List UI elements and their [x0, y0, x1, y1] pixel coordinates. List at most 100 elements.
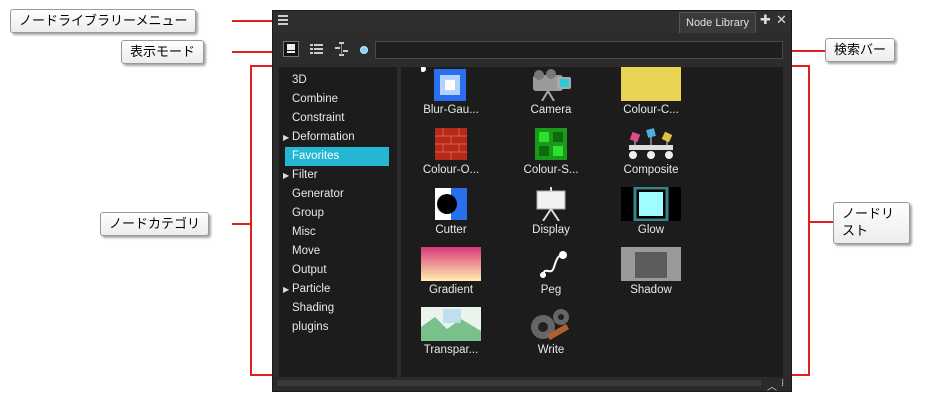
category-label: Deformation [292, 131, 355, 143]
category-label: Constraint [292, 112, 345, 124]
node-item[interactable]: Colour-C... [611, 67, 691, 127]
node-label: Blur-Gau... [423, 104, 479, 116]
display-icon [521, 187, 581, 222]
node-label: Write [537, 344, 565, 356]
horizontal-scrollbar[interactable] [277, 380, 761, 386]
colour-card-icon [621, 67, 681, 101]
glow-icon [621, 186, 681, 222]
node-item[interactable]: Gradient [411, 247, 491, 307]
tab-node-library[interactable]: Node Library [679, 12, 756, 33]
callout-node-library-menu: ノードライブラリーメニュー [10, 9, 197, 33]
category-item[interactable]: Shading [285, 299, 389, 318]
tree-mode-button[interactable] [334, 41, 350, 57]
expand-arrow-icon[interactable]: ▶ [283, 280, 289, 299]
category-item[interactable]: Output [285, 261, 389, 280]
node-label: Peg [540, 284, 562, 296]
category-label: Move [292, 245, 321, 257]
category-item[interactable]: Misc [285, 223, 389, 242]
node-item[interactable]: Composite [611, 127, 691, 187]
node-item[interactable]: Transpar... [411, 307, 491, 367]
node-item[interactable]: Glow [611, 186, 691, 247]
category-item[interactable]: Generator [285, 185, 389, 204]
expand-arrow-icon[interactable]: ▶ [283, 128, 289, 147]
node-item[interactable]: Peg [511, 247, 591, 307]
colour-override-icon [421, 127, 481, 161]
callout-line [808, 221, 833, 223]
category-label: Shading [292, 302, 335, 314]
node-list[interactable]: Blur-Gau... Camera Colour-C... Colour-O... C… [401, 66, 783, 377]
category-label: Filter [292, 169, 318, 181]
node-item[interactable]: Shadow [611, 247, 691, 307]
category-item[interactable]: Favorites [285, 147, 389, 166]
node-label: Composite [623, 164, 679, 176]
node-category-list[interactable]: 3D Combine Constraint ▶ Deformation Favorites… [279, 67, 397, 377]
callout-line [232, 20, 274, 22]
expand-arrow-icon[interactable]: ▶ [283, 166, 289, 185]
node-item[interactable]: Write [511, 307, 591, 367]
list-mode-icon [310, 44, 323, 54]
node-library-panel: Node Library ✚ ✕ 3D Combine Constraint ▶ Def… [272, 10, 792, 393]
category-item[interactable]: Combine [285, 90, 389, 109]
node-label: Display [532, 224, 570, 236]
panel-bottom-bar: ︿ ⁞ [273, 377, 791, 393]
category-label: Output [292, 264, 327, 276]
category-item[interactable]: ▶ Filter [283, 166, 389, 185]
node-label: Colour-O... [422, 164, 480, 176]
category-label: Group [292, 207, 324, 219]
node-label: Colour-S... [523, 164, 579, 176]
add-view-icon[interactable]: ✚ [760, 14, 771, 28]
search-input[interactable] [375, 41, 783, 59]
category-label: plugins [292, 321, 329, 333]
node-item[interactable]: Camera [511, 67, 591, 127]
category-item[interactable]: ▶ Deformation [283, 128, 389, 147]
node-label: Cutter [435, 224, 467, 236]
category-item[interactable]: 3D [285, 71, 389, 90]
node-label: Gradient [428, 284, 474, 296]
category-item[interactable]: Constraint [285, 109, 389, 128]
category-item[interactable]: plugins [285, 318, 389, 337]
node-label: Colour-C... [623, 104, 679, 116]
transparency-icon [421, 307, 481, 341]
node-label: Shadow [630, 284, 672, 296]
list-mode-button[interactable] [309, 41, 325, 57]
category-label: Combine [292, 93, 339, 105]
callout-line [232, 223, 250, 225]
category-item[interactable]: Group [285, 204, 389, 223]
category-label: Generator [292, 188, 344, 200]
callout-search-bar: 検索バー [825, 38, 896, 62]
close-icon[interactable]: ✕ [776, 14, 787, 28]
callout-node-list: ノードリスト [833, 202, 910, 244]
colour-screen-icon [521, 127, 581, 161]
node-item[interactable]: Display [511, 187, 591, 247]
callout-display-mode: 表示モード [121, 40, 205, 64]
callout-bracket [250, 65, 252, 376]
category-label: 3D [292, 74, 307, 86]
composite-icon [621, 127, 681, 161]
menu-icon[interactable] [278, 15, 290, 27]
write-icon [521, 307, 581, 341]
icon-mode-button[interactable] [283, 41, 299, 57]
category-label: Particle [292, 283, 331, 295]
node-item[interactable]: Colour-S... [511, 127, 591, 187]
node-label: Transpar... [423, 344, 479, 356]
category-label: Misc [292, 226, 316, 238]
camera-icon [521, 67, 581, 102]
node-item[interactable]: Blur-Gau... [411, 66, 491, 127]
node-item[interactable]: Colour-O... [411, 127, 491, 187]
callout-bracket [808, 65, 810, 376]
gradient-icon [421, 247, 481, 281]
category-item[interactable]: Move [285, 242, 389, 261]
node-label: Glow [637, 224, 665, 236]
panel-title-bar: Node Library ✚ ✕ [273, 11, 791, 33]
callout-node-category: ノードカテゴリ [100, 212, 210, 236]
icon-mode-icon [287, 44, 295, 53]
node-item[interactable]: Cutter [411, 187, 491, 247]
blur-icon [420, 66, 481, 101]
collapse-icon[interactable]: ︿ [767, 378, 777, 393]
cutter-icon [421, 187, 481, 221]
resize-grip-icon[interactable]: ⁞ [781, 378, 784, 389]
peg-icon [521, 247, 581, 281]
category-item[interactable]: ▶ Particle [283, 280, 389, 299]
tree-mode-icon [335, 42, 348, 56]
node-label: Camera [530, 104, 572, 116]
